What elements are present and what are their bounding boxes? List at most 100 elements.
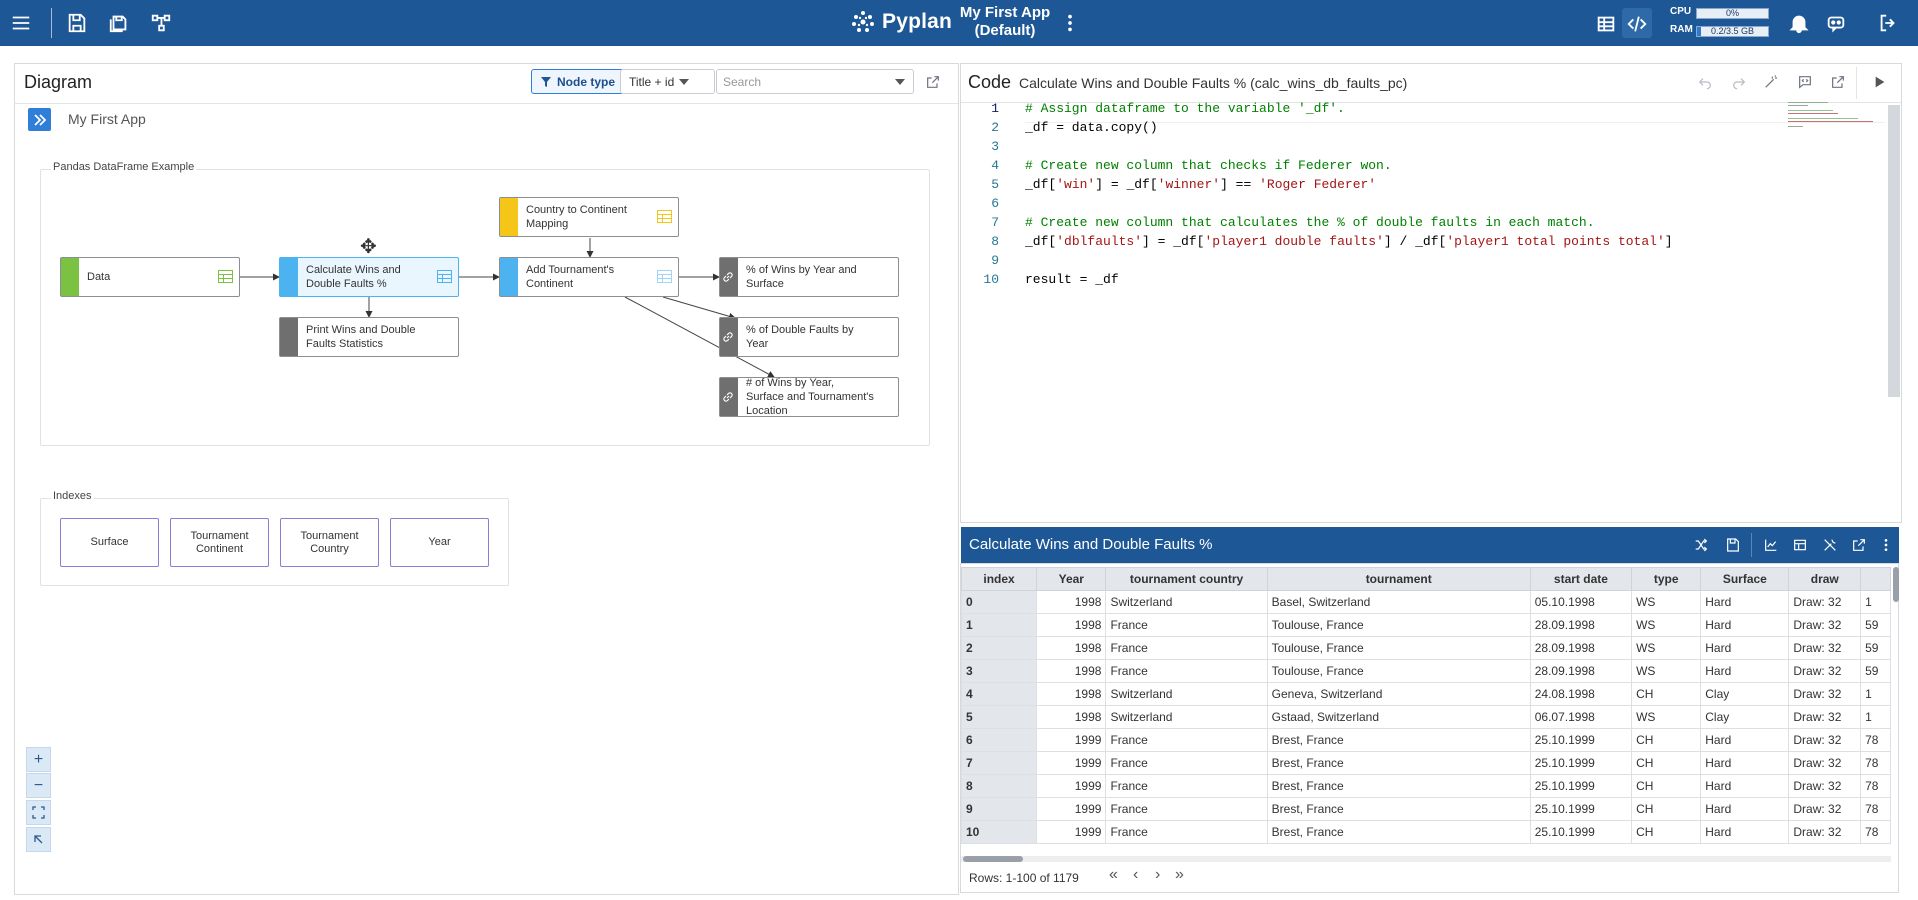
expand-sidebar-button[interactable] — [28, 108, 51, 131]
code-minimap[interactable] — [1788, 100, 1873, 127]
table-row[interactable]: 7 1999 France Brest, France 25.10.1999 CH Hard… — [961, 751, 1891, 775]
table-row[interactable]: 2 1998 France Toulouse, France 28.09.1998 WS H… — [961, 636, 1891, 660]
more-vertical-icon[interactable] — [1877, 536, 1895, 554]
column-header[interactable]: start date — [1529, 567, 1633, 591]
result-table-header: Calculate Wins and Double Faults % — [961, 527, 1899, 563]
node-num-wins-location[interactable]: # of Wins by Year, Surface and Tournamen… — [719, 377, 899, 417]
table-row[interactable]: 1 1998 France Toulouse, France 28.09.1998 WS H… — [961, 613, 1891, 637]
index-tournament-continent[interactable]: Tournament Continent — [170, 518, 269, 567]
menu-icon[interactable] — [9, 11, 33, 35]
table-row[interactable]: 9 1999 France Brest, France 25.10.1999 CH Hard… — [961, 797, 1891, 821]
column-header[interactable] — [1860, 567, 1891, 591]
table-row[interactable]: 6 1999 France Brest, France 25.10.1999 CH Hard… — [961, 728, 1891, 752]
node-data[interactable]: Data — [60, 257, 240, 297]
node-print-stats[interactable]: Print Wins and Double Faults Statistics — [279, 317, 459, 357]
code-scrollbar[interactable] — [1888, 105, 1900, 397]
table-cell: 1 — [1860, 590, 1891, 614]
table-row[interactable]: 0 1998 Switzerland Basel, Switzerland 05.10.… — [961, 590, 1891, 614]
table-cell: 78 — [1860, 751, 1891, 775]
table-cell: 78 — [1860, 728, 1891, 752]
shuffle-icon[interactable] — [1692, 536, 1710, 554]
table-row[interactable]: 4 1998 Switzerland Geneva, Switzerland 24.08… — [961, 682, 1891, 706]
view-select[interactable]: Title + id — [620, 69, 715, 94]
bell-icon[interactable] — [1787, 11, 1811, 35]
hierarchy-icon[interactable] — [149, 11, 173, 35]
prev-page-button[interactable]: ‹ — [1133, 866, 1138, 884]
reset-view-button[interactable] — [26, 827, 51, 852]
breadcrumb[interactable]: My First App — [68, 111, 146, 127]
run-icon[interactable] — [1870, 73, 1888, 91]
diagram-title: Diagram — [24, 72, 93, 92]
table-row[interactable]: 10 1999 France Brest, France 25.10.1999 CH Har… — [961, 820, 1891, 844]
magic-wand-icon[interactable] — [1762, 73, 1780, 91]
code-editor[interactable]: 1 # Assign dataframe to the variable '_df… — [961, 101, 1887, 521]
chevron-down-icon[interactable] — [895, 79, 905, 85]
more-vertical-icon[interactable] — [1058, 11, 1082, 35]
table-cell: WS — [1631, 659, 1702, 683]
index-year[interactable]: Year — [390, 518, 489, 567]
table-row[interactable]: 8 1999 France Brest, France 25.10.1999 CH Hard… — [961, 774, 1891, 798]
table-vscroll-thumb[interactable] — [1893, 567, 1899, 602]
comment-code-icon[interactable] — [1796, 73, 1814, 91]
rows-info: Rows: 1-100 of 1179 — [969, 871, 1079, 885]
open-external-icon[interactable] — [1850, 536, 1868, 554]
table-body: 0 1998 Switzerland Basel, Switzerland 05.10.… — [961, 590, 1891, 844]
top-bar: Pyplan My First App (Default) CPU 0% RAM… — [0, 0, 1918, 46]
table-cell: 1 — [1860, 682, 1891, 706]
table-cell: Draw: 32 — [1788, 613, 1862, 637]
node-wins-by-year-surface[interactable]: % of Wins by Year and Surface — [719, 257, 899, 297]
next-page-button[interactable]: › — [1155, 866, 1160, 884]
node-country-mapping[interactable]: Country to Continent Mapping — [499, 197, 679, 237]
node-type-filter[interactable]: Node type — [531, 69, 625, 94]
code-icon[interactable] — [1625, 12, 1649, 36]
node-calc-wins-dbl-faults[interactable]: Calculate Wins and Double Faults % — [279, 257, 459, 297]
table-row[interactable]: 3 1998 France Toulouse, France 28.09.1998 WS H… — [961, 659, 1891, 683]
zoom-in-button[interactable]: + — [26, 747, 51, 772]
table-view-icon[interactable] — [1594, 12, 1618, 36]
save-icon[interactable] — [1724, 536, 1742, 554]
open-external-icon[interactable] — [1829, 73, 1847, 91]
undo-icon[interactable] — [1696, 73, 1714, 91]
link-icon — [723, 332, 733, 342]
first-page-button[interactable]: « — [1109, 866, 1118, 884]
column-header[interactable]: draw — [1788, 567, 1862, 591]
table-icon — [437, 270, 452, 283]
table-cell: Hard — [1700, 728, 1790, 752]
result-table-viewport[interactable]: index Year tournament country tournament sta… — [961, 567, 1891, 858]
column-header[interactable]: Year — [1036, 567, 1107, 591]
table-hscroll-track[interactable] — [961, 856, 1891, 862]
save-icon[interactable] — [65, 11, 89, 35]
table-config-icon[interactable] — [1791, 536, 1809, 554]
table-row[interactable]: 5 1998 Switzerland Gstaad, Switzerland 06.07… — [961, 705, 1891, 729]
line-number: 5 — [991, 177, 999, 192]
app-title[interactable]: My First App (Default) — [955, 4, 1055, 40]
table-cell: Draw: 32 — [1788, 659, 1862, 683]
chart-line-icon[interactable] — [1762, 536, 1780, 554]
line-number: 6 — [991, 196, 999, 211]
diagram-search-input[interactable]: Search — [716, 69, 914, 94]
row-index: 1 — [961, 613, 1038, 637]
group-label: Indexes — [51, 490, 94, 502]
save-as-icon[interactable] — [107, 11, 131, 35]
table-cell: 1999 — [1036, 751, 1107, 775]
index-surface[interactable]: Surface — [60, 518, 159, 567]
index-tournament-country[interactable]: Tournament Country — [280, 518, 379, 567]
assistant-bot-icon[interactable] — [1824, 11, 1848, 35]
logout-icon[interactable] — [1876, 11, 1900, 35]
node-dbl-faults-by-year[interactable]: % of Double Faults by Year — [719, 317, 899, 357]
last-page-button[interactable]: » — [1175, 866, 1184, 884]
node-add-continent[interactable]: Add Tournament's Continent — [499, 257, 679, 297]
fit-screen-button[interactable] — [26, 800, 51, 825]
redo-icon[interactable] — [1730, 73, 1748, 91]
column-header[interactable]: tournament — [1266, 567, 1531, 591]
column-header[interactable]: tournament country — [1105, 567, 1268, 591]
link-icon — [723, 392, 733, 402]
table-hscroll-thumb[interactable] — [963, 856, 1023, 862]
open-external-icon[interactable] — [924, 73, 942, 91]
zoom-out-button[interactable]: − — [26, 773, 51, 798]
column-header[interactable]: type — [1631, 567, 1702, 591]
column-header[interactable]: Surface — [1700, 567, 1790, 591]
tools-icon[interactable] — [1821, 536, 1839, 554]
column-header[interactable]: index — [961, 567, 1038, 591]
table-cell: Basel, Switzerland — [1266, 590, 1531, 614]
